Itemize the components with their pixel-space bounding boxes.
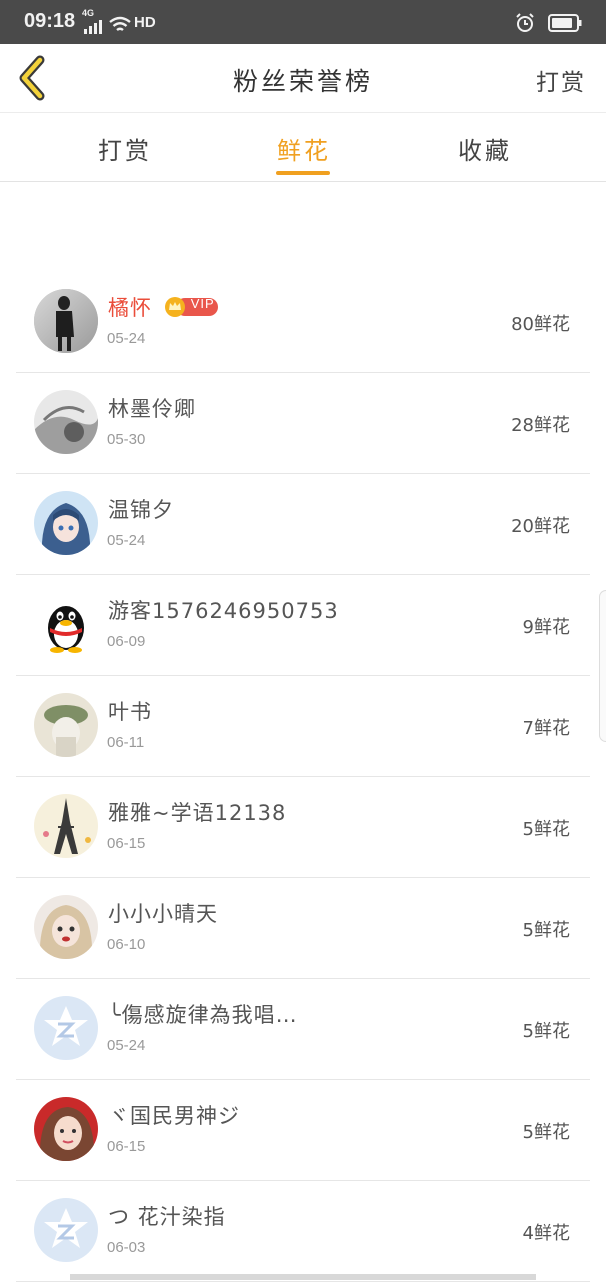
- fan-date: 06-15: [107, 835, 146, 852]
- fan-row[interactable]: 叶书 06-11 7鲜花: [16, 676, 590, 777]
- status-right: [515, 12, 582, 33]
- fan-name: 雅雅~学语12138: [108, 801, 287, 825]
- fan-date: 06-09: [107, 633, 146, 650]
- active-tab-indicator: [276, 171, 330, 175]
- avatar[interactable]: [34, 491, 98, 555]
- flower-count: 4鲜花: [522, 1223, 570, 1244]
- fan-list: 橘怀 VIP 05-24 80鲜花 林墨伶卿 05-30 28鲜花 温锦夕 05…: [16, 272, 590, 1282]
- fan-name: 橘怀 VIP: [108, 292, 220, 322]
- avatar-default: [34, 996, 98, 1060]
- tab-reward[interactable]: 打赏: [98, 131, 152, 166]
- avatar-girl-photo: [34, 1097, 98, 1161]
- fan-name: 游客1576246950753: [108, 599, 339, 623]
- fan-name: ヾ国民男神ジ: [108, 1104, 240, 1128]
- alarm-icon: [516, 12, 534, 32]
- fan-row[interactable]: 雅雅~学语12138 06-15 5鲜花: [16, 777, 590, 878]
- fan-row[interactable]: 橘怀 VIP 05-24 80鲜花: [16, 272, 590, 373]
- avatar[interactable]: [34, 289, 98, 353]
- tab-favorites[interactable]: 收藏: [458, 131, 512, 166]
- fan-name: 小小小晴天: [108, 902, 218, 926]
- fan-date: 06-10: [107, 936, 146, 953]
- avatar-photo-hat: [34, 693, 98, 757]
- fan-row[interactable]: 温锦夕 05-24 20鲜花: [16, 474, 590, 575]
- avatar[interactable]: [34, 693, 98, 757]
- flower-count: 5鲜花: [522, 1021, 570, 1042]
- avatar-default: [34, 1198, 98, 1262]
- fan-name: 温锦夕: [108, 498, 174, 522]
- avatar-photo-gray: [34, 390, 98, 454]
- battery-icon: [548, 13, 582, 32]
- status-time: 09:18: [24, 10, 76, 32]
- avatar-photo-dark: [34, 289, 98, 353]
- fan-row[interactable]: 小小小晴天 06-10 5鲜花: [16, 878, 590, 979]
- flower-count: 80鲜花: [511, 314, 570, 335]
- tab-flowers[interactable]: 鲜花: [277, 131, 331, 166]
- fan-row[interactable]: 林墨伶卿 05-30 28鲜花: [16, 373, 590, 474]
- fan-date: 06-11: [107, 734, 145, 751]
- flower-count: 5鲜花: [522, 1122, 570, 1143]
- wifi-icon: [109, 16, 131, 31]
- avatar[interactable]: [34, 1097, 98, 1161]
- fan-name: ╰傷感旋律為我唱…: [108, 1003, 298, 1027]
- fan-date: 06-03: [107, 1239, 146, 1256]
- flower-count: 20鲜花: [511, 516, 570, 537]
- fan-date: 05-24: [107, 330, 146, 347]
- avatar[interactable]: [34, 592, 98, 656]
- fan-name: つ 花汁染指: [108, 1205, 226, 1229]
- fan-row[interactable]: ヾ国民男神ジ 06-15 5鲜花: [16, 1080, 590, 1181]
- flower-count: 9鲜花: [522, 617, 570, 638]
- fan-row[interactable]: 游客1576246950753 06-09 9鲜花: [16, 575, 590, 676]
- fan-row[interactable]: つ 花汁染指 06-03 4鲜花: [16, 1181, 590, 1282]
- page-title: 粉丝荣誉榜: [232, 67, 373, 96]
- fan-date: 05-24: [107, 1037, 146, 1054]
- avatar-eiffel: [34, 794, 98, 858]
- avatar[interactable]: [34, 794, 98, 858]
- avatar-doll: [34, 895, 98, 959]
- fan-date: 05-30: [107, 431, 146, 448]
- avatar[interactable]: [34, 996, 98, 1060]
- network-type: 4G: [82, 8, 95, 18]
- vip-badge: VIP: [164, 294, 220, 318]
- fan-name-text: 橘怀: [108, 296, 152, 320]
- reward-button[interactable]: 打赏: [536, 63, 586, 97]
- status-bar: 09:18 4G HD: [0, 0, 606, 44]
- flower-count: 7鲜花: [522, 718, 570, 739]
- flower-count: 5鲜花: [522, 819, 570, 840]
- bottom-edge-bar: [70, 1274, 536, 1280]
- avatar[interactable]: [34, 895, 98, 959]
- side-drawer-handle[interactable]: [599, 590, 606, 742]
- avatar-penguin: [34, 592, 98, 656]
- signal-icon: [84, 20, 102, 34]
- nav-bar: 粉丝荣誉榜 打赏: [0, 44, 606, 113]
- fan-row[interactable]: ╰傷感旋律為我唱… 05-24 5鲜花: [16, 979, 590, 1080]
- vip-label: VIP: [190, 296, 215, 311]
- fan-name: 叶书: [108, 700, 152, 724]
- avatar[interactable]: [34, 1198, 98, 1262]
- hd-indicator: HD: [134, 14, 156, 31]
- fan-date: 06-15: [107, 1138, 146, 1155]
- flower-count: 28鲜花: [511, 415, 570, 436]
- fan-name: 林墨伶卿: [108, 397, 196, 421]
- avatar-anime-girl: [34, 491, 98, 555]
- flower-count: 5鲜花: [522, 920, 570, 941]
- avatar[interactable]: [34, 390, 98, 454]
- tab-bar: 打赏 鲜花 收藏: [0, 113, 606, 182]
- fan-date: 05-24: [107, 532, 146, 549]
